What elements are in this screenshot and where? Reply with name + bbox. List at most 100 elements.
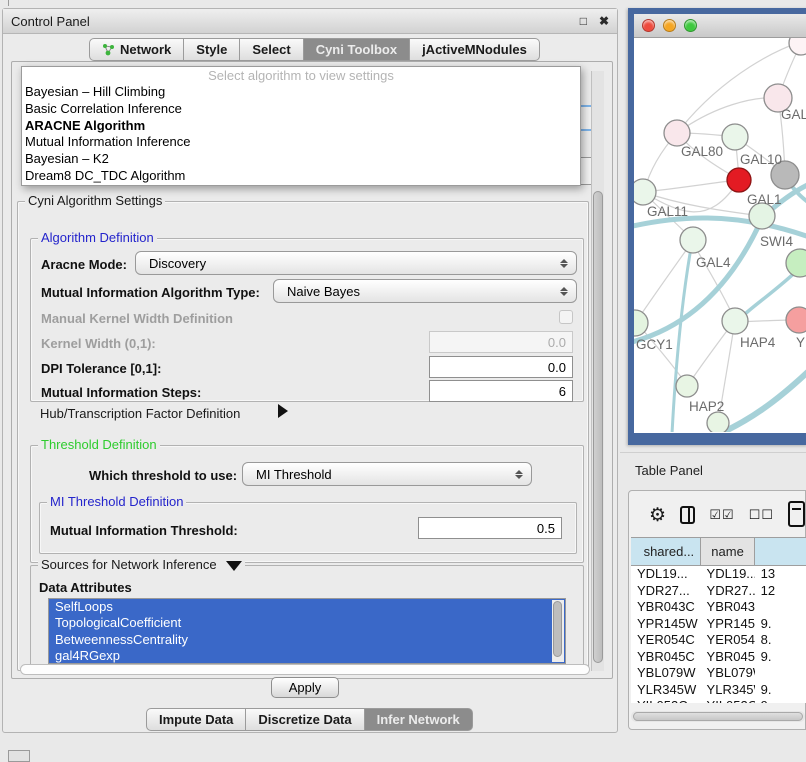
node-y-partial[interactable] <box>786 307 806 333</box>
network-canvas[interactable]: GAL GAL80 GAL10 GAL1 GAL11 SWI4 GAL4 GCY… <box>634 38 806 432</box>
tab-discretize-data[interactable]: Discretize Data <box>246 708 364 731</box>
split-columns-icon[interactable] <box>680 506 695 524</box>
table-row[interactable]: YER054CYER054C8. <box>631 632 806 649</box>
table-panel-titlebar: Table Panel <box>620 455 806 485</box>
partial-bottom-icon <box>8 750 30 762</box>
node-gal10[interactable] <box>722 124 748 150</box>
table-row[interactable]: YBL079WYBL079W <box>631 665 806 682</box>
algorithm-option-dream8[interactable]: Dream8 DC_TDC Algorithm <box>22 168 580 185</box>
tab-impute-data[interactable]: Impute Data <box>146 708 246 731</box>
attribute-item-topologicalcoefficient[interactable]: TopologicalCoefficient <box>49 615 565 631</box>
control-panel-title: Control Panel <box>11 14 90 29</box>
table-row[interactable]: YDL19...YDL19...13 <box>631 566 806 583</box>
mi-algorithm-type-label: Mutual Information Algorithm Type: <box>41 285 260 300</box>
apply-button[interactable]: Apply <box>271 677 339 698</box>
aracne-mode-label: Aracne Mode: <box>41 257 127 272</box>
collapse-arrow-icon[interactable] <box>226 561 242 571</box>
table-panel-title: Table Panel <box>635 463 703 478</box>
node-gal11[interactable] <box>634 179 656 205</box>
zoom-traffic-light-icon[interactable] <box>684 19 697 32</box>
threshold-definition-group: Threshold Definition Which threshold to … <box>30 445 584 563</box>
settings-vertical-scrollbar[interactable] <box>591 71 604 671</box>
node-gal80[interactable] <box>664 120 690 146</box>
table-scrollbar-thumb[interactable] <box>633 712 803 721</box>
which-threshold-select[interactable]: MI Threshold <box>242 462 532 486</box>
table-row[interactable]: YBR045CYBR045C9. <box>631 649 806 666</box>
label-gal11: GAL11 <box>647 204 688 219</box>
expand-arrow-icon[interactable] <box>278 404 288 418</box>
node-partial-bottom[interactable] <box>707 412 729 432</box>
table-row[interactable]: YDR27...YDR27...12 <box>631 583 806 600</box>
kernel-width-label: Kernel Width (0,1): <box>41 336 156 351</box>
data-attributes-list[interactable]: SelfLoops TopologicalCoefficient Between… <box>48 598 566 664</box>
algorithm-dropdown-popup: Select algorithm to view settings Bayesi… <box>21 66 581 186</box>
tab-cyni-toolbox[interactable]: Cyni Toolbox <box>304 38 410 61</box>
select-all-icon[interactable]: ☑☑ <box>709 507 734 523</box>
close-window-icon[interactable]: ✖ <box>599 15 609 27</box>
dpi-tolerance-label: DPI Tolerance [0,1]: <box>41 361 161 376</box>
table-row[interactable]: YPR145WYPR145W9. <box>631 616 806 633</box>
attributes-scrollbar-thumb[interactable] <box>553 601 562 657</box>
control-panel-tabs: Network Style Select Cyni Toolbox jActiv… <box>89 38 540 61</box>
desktop: Control Panel □ ✖ Network <box>0 0 806 762</box>
algorithm-prompt: Select algorithm to view settings <box>22 68 580 84</box>
node-gcy1[interactable] <box>634 310 648 336</box>
settings-scrollbar-thumb[interactable] <box>593 191 603 663</box>
column-header-shared[interactable]: shared... <box>631 538 701 566</box>
gear-icon[interactable]: ⚙ <box>649 506 666 525</box>
settings-horizontal-scrollbar[interactable] <box>20 664 590 675</box>
algorithm-option-basic-correlation[interactable]: Basic Correlation Inference <box>22 101 580 118</box>
node-gal1-selected[interactable] <box>727 168 751 192</box>
manual-kernel-width-label: Manual Kernel Width Definition <box>41 311 233 326</box>
node-gal4[interactable] <box>680 227 706 253</box>
tab-select[interactable]: Select <box>240 38 303 61</box>
combo-spinner-icon <box>560 287 568 296</box>
algorithm-option-bayesian-k2[interactable]: Bayesian – K2 <box>22 151 580 168</box>
table-row[interactable]: YBR043CYBR043C <box>631 599 806 616</box>
algorithm-option-bayesian-hill-climbing[interactable]: Bayesian – Hill Climbing <box>22 84 580 101</box>
mi-steps-label: Mutual Information Steps: <box>41 385 201 400</box>
float-window-icon[interactable]: □ <box>580 15 587 27</box>
node-hap4[interactable] <box>722 308 748 334</box>
attribute-item-betweennesscentrality[interactable]: BetweennessCentrality <box>49 632 565 648</box>
table-doc-icon[interactable] <box>788 501 805 527</box>
close-traffic-light-icon[interactable] <box>642 19 655 32</box>
mi-algorithm-type-select[interactable]: Naive Bayes <box>273 279 577 303</box>
node-partial-top[interactable] <box>789 38 806 55</box>
mi-steps-field[interactable] <box>429 380 573 402</box>
table-row[interactable]: YIL052CYIL052C9 <box>631 698 806 703</box>
attribute-item-selfloops[interactable]: SelfLoops <box>49 599 565 615</box>
attributes-scrollbar[interactable] <box>552 600 564 662</box>
column-header-name[interactable]: name <box>701 538 755 566</box>
aracne-mode-select[interactable]: Discovery <box>135 251 577 275</box>
deselect-all-icon[interactable]: ☐☐ <box>749 507 774 523</box>
tab-network[interactable]: Network <box>89 38 184 61</box>
label-y-partial: Y <box>796 335 805 350</box>
label-gal4: GAL4 <box>696 255 731 270</box>
tab-style[interactable]: Style <box>184 38 240 61</box>
manual-kernel-width-checkbox <box>559 310 573 324</box>
label-hap2: HAP2 <box>689 399 724 414</box>
column-header-partial[interactable] <box>755 538 806 566</box>
table-horizontal-scrollbar[interactable] <box>631 711 805 722</box>
label-gal10: GAL10 <box>740 152 782 167</box>
mi-threshold-label: Mutual Information Threshold: <box>50 523 238 538</box>
hub-tf-definition-label[interactable]: Hub/Transcription Factor Definition <box>40 406 240 421</box>
mi-threshold-field[interactable] <box>418 517 562 539</box>
network-window-titlebar <box>634 14 806 38</box>
tab-infer-network[interactable]: Infer Network <box>365 708 473 731</box>
tab-jactivemnodules[interactable]: jActiveMNodules <box>410 38 540 61</box>
algorithm-option-mutual-information[interactable]: Mutual Information Inference <box>22 134 580 151</box>
algorithm-definition-title: Algorithm Definition <box>38 231 157 245</box>
algorithm-option-aracne[interactable]: ARACNE Algorithm <box>22 118 580 135</box>
table-row[interactable]: YLR345WYLR345W9. <box>631 682 806 699</box>
dpi-tolerance-field[interactable] <box>429 356 573 378</box>
node-hap2[interactable] <box>676 375 698 397</box>
threshold-definition-title: Threshold Definition <box>38 438 160 452</box>
cyni-algorithm-settings-title: Cyni Algorithm Settings <box>25 194 165 208</box>
node-green-bright[interactable] <box>786 249 806 277</box>
attribute-item-gal4rgexp[interactable]: gal4RGexp <box>49 648 565 664</box>
label-swi4: SWI4 <box>760 234 793 249</box>
table-panel-window: ⚙ ☑☑ ☐☐ shared... name YDL19...YDL19...1… <box>628 490 806 730</box>
minimize-traffic-light-icon[interactable] <box>663 19 676 32</box>
